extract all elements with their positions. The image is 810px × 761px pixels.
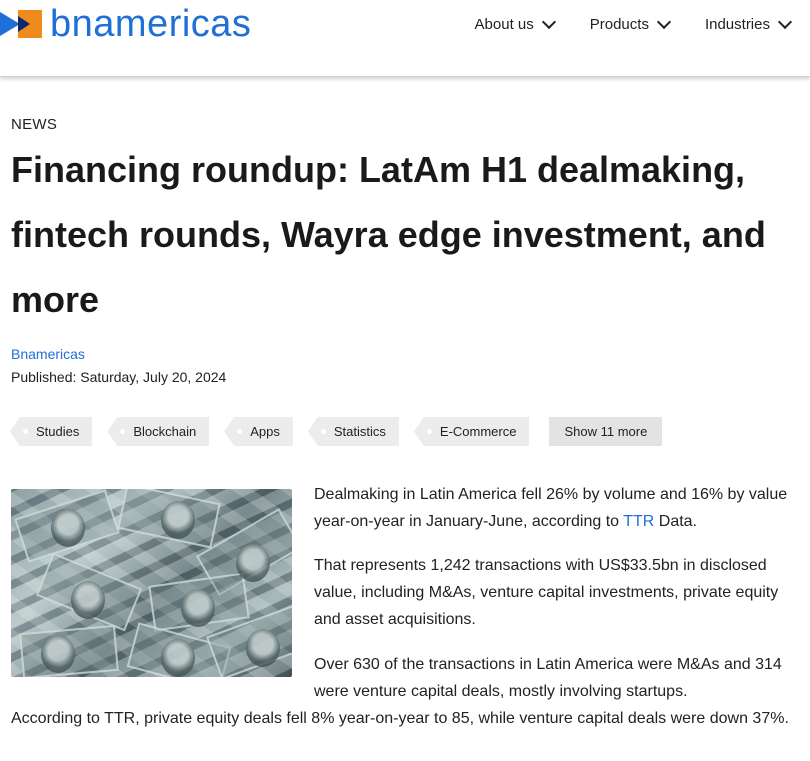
tag-e-commerce[interactable]: E-Commerce — [413, 417, 530, 446]
bnamericas-logo[interactable]: bnamericas — [0, 4, 251, 44]
nav-industries[interactable]: Industries — [704, 14, 793, 34]
show-more-tags-button[interactable]: Show 11 more — [549, 417, 663, 446]
paragraph-3-part-1: Over 630 of the transactions in Latin Am… — [314, 656, 782, 700]
site-header: bnamericas About us Products Industries — [0, 0, 810, 77]
paragraph-3-part-2: According to TTR, private equity deals f… — [11, 710, 789, 727]
nav-label: About us — [474, 15, 534, 33]
chevron-down-icon — [541, 14, 556, 29]
logo-mark-icon — [0, 6, 44, 42]
tag-statistics[interactable]: Statistics — [307, 417, 399, 446]
paragraph-1: Dealmaking in Latin America fell 26% by … — [314, 481, 804, 535]
main-nav: About us Products Industries — [439, 14, 793, 34]
tag-studies[interactable]: Studies — [10, 417, 93, 446]
paragraph-1-text: Dealmaking in Latin America fell 26% by … — [314, 486, 788, 530]
nav-about-us[interactable]: About us — [474, 14, 556, 34]
author-link[interactable]: Bnamericas — [11, 346, 85, 362]
logo-text: bnamericas — [50, 3, 252, 45]
nav-label: Industries — [704, 15, 770, 33]
nav-products[interactable]: Products — [589, 14, 672, 34]
chevron-down-icon — [656, 14, 672, 29]
tag-apps[interactable]: Apps — [224, 417, 293, 446]
article-title: Financing roundup: LatAm H1 dealmaking, … — [11, 149, 766, 320]
tag-list: Studies Blockchain Apps Statistics E-Com… — [10, 417, 663, 446]
article-kicker: NEWS — [11, 116, 58, 133]
nav-label: Products — [589, 15, 649, 33]
tag-blockchain[interactable]: Blockchain — [107, 417, 210, 446]
paragraph-2: That represents 1,242 transactions with … — [314, 557, 779, 628]
chevron-down-icon — [777, 14, 793, 29]
published-date: Published: Saturday, July 20, 2024 — [11, 369, 227, 385]
paragraph-1-end: Data. — [654, 513, 697, 530]
ttr-link[interactable]: TTR — [623, 513, 654, 530]
dollar-bills-image — [11, 489, 292, 677]
